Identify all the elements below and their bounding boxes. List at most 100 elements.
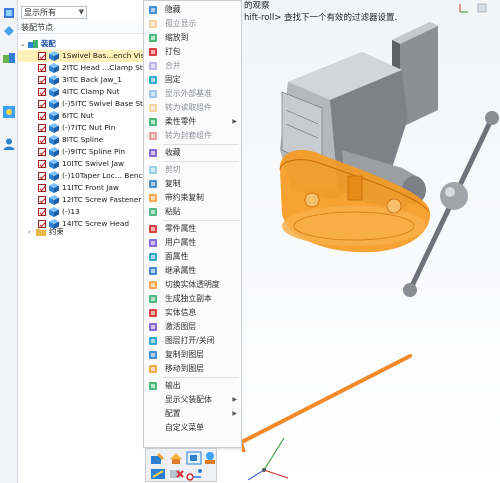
tree-row[interactable]: (-)13 — [18, 206, 146, 218]
tree-row[interactable]: (-)9ITC Spline Pin — [18, 146, 146, 158]
menu-item[interactable]: 生成独立副本 — [144, 292, 241, 306]
coordinate-triad-icon — [247, 437, 289, 481]
tree-row[interactable]: (-)7ITC Nut Pin — [18, 122, 146, 134]
menu-item[interactable]: 合并 — [144, 59, 241, 73]
tree-row[interactable]: 6ITC Nut — [18, 110, 146, 122]
visibility-checkbox[interactable] — [38, 136, 46, 144]
menu-item[interactable]: 显示外部基准 — [144, 87, 241, 101]
menu-item[interactable]: 配置 ▶ — [144, 407, 241, 421]
visibility-checkbox[interactable] — [38, 148, 46, 156]
component-icon — [49, 171, 59, 181]
reuse-library-tab-icon[interactable] — [2, 105, 16, 119]
isolate-icon — [148, 19, 158, 29]
assembly-icon — [28, 39, 38, 49]
role-tab-icon[interactable] — [2, 137, 16, 151]
menu-item-label: 粘贴 — [165, 207, 181, 216]
menu-item[interactable]: 收藏 — [144, 146, 241, 160]
constraint-tab-icon[interactable] — [2, 24, 16, 38]
delete-component-icon[interactable] — [168, 467, 184, 481]
component-icon — [49, 207, 59, 217]
menu-item-label: 柔性零件 — [165, 117, 197, 126]
menu-item[interactable]: 打包 — [144, 45, 241, 59]
component-label: 3ITC Back Jaw_1 — [62, 75, 122, 84]
mate-icon[interactable] — [150, 467, 166, 481]
filter-dropdown[interactable]: 显示所有 ▼ — [21, 6, 87, 19]
tree-row[interactable]: 11ITC Front Jaw — [18, 182, 146, 194]
layer-toggle-icon — [148, 336, 158, 346]
menu-item[interactable]: 固定 — [144, 73, 241, 87]
component-label: 4ITC Clamp Nut — [62, 87, 120, 96]
menu-item[interactable]: 零件属性 — [144, 222, 241, 236]
menu-item[interactable]: 孤立显示 — [144, 17, 241, 31]
menu-item[interactable]: 转为封套组件 — [144, 129, 241, 143]
menu-item-label: 用户属性 — [165, 238, 197, 247]
tree-row[interactable]: 2ITC Head ...Clamp Stud — [18, 62, 146, 74]
menu-item-label: 移动到图层 — [165, 364, 204, 373]
menu-item[interactable]: 图层打开/关闭 — [144, 334, 241, 348]
menu-item[interactable]: 带约束复制 — [144, 191, 241, 205]
part-navigator-tab-icon[interactable] — [2, 52, 16, 66]
menu-item[interactable]: 缩放到 — [144, 31, 241, 45]
star-icon — [148, 148, 158, 158]
view-orientation-icon[interactable] — [459, 3, 487, 13]
menu-item[interactable]: 激活图层 — [144, 320, 241, 334]
tree-constraints[interactable]: › 约束 — [18, 226, 146, 238]
menu-item[interactable]: 复制 — [144, 177, 241, 191]
menu-item[interactable]: 继承属性 — [144, 264, 241, 278]
menu-item[interactable]: 隐藏 — [144, 3, 241, 17]
menu-item[interactable]: 自定义菜单 — [144, 421, 241, 435]
assembly-navigator-tab-icon[interactable] — [2, 6, 16, 20]
replace-component-icon[interactable] — [168, 451, 184, 465]
graphics-viewport[interactable]: 的观察 hift-roll> 查找下一个有效的过滤器设置. — [242, 0, 500, 483]
filter-value: 显示所有 — [24, 8, 56, 17]
tree-row[interactable]: 12ITC Screw Fastener — [18, 194, 146, 206]
menu-item[interactable]: 转为读取组件 — [144, 101, 241, 115]
menu-item[interactable]: 显示父装配体 ▶ — [144, 393, 241, 407]
menu-item[interactable]: 用户属性 — [144, 236, 241, 250]
component-label: (-)13 — [62, 207, 80, 216]
export-icon — [148, 381, 158, 391]
tree-row[interactable]: 4ITC Clamp Nut — [18, 86, 146, 98]
menu-item[interactable]: 实体信息 — [144, 306, 241, 320]
collapse-icon[interactable]: › — [28, 226, 31, 238]
menu-item[interactable]: 移动到图层 — [144, 362, 241, 376]
visibility-checkbox[interactable] — [38, 184, 46, 192]
move-to-layer-icon — [148, 364, 158, 374]
tree-row[interactable]: 3ITC Back Jaw_1 — [18, 74, 146, 86]
menu-item[interactable]: 切换实体透明度 — [144, 278, 241, 292]
tree-row[interactable]: 8ITC Spline — [18, 134, 146, 146]
merge-icon — [148, 61, 158, 71]
submenu-arrow-icon: ▶ — [232, 396, 237, 403]
tree-row[interactable]: 1Swivel Bas...ench Vise_01 — [18, 50, 146, 62]
bench-vise-model[interactable] — [242, 0, 500, 483]
tree-root-assembly[interactable]: ⌄ 装配 — [18, 38, 146, 50]
expand-icon[interactable]: ⌄ — [20, 38, 26, 50]
tree-row[interactable]: (-)5ITC Swivel Base Stud — [18, 98, 146, 110]
edit-part-icon[interactable] — [150, 451, 166, 465]
component-icon — [49, 63, 59, 73]
visibility-checkbox[interactable] — [38, 112, 46, 120]
menu-item[interactable]: 复制到图层 — [144, 348, 241, 362]
visibility-checkbox[interactable] — [38, 172, 46, 180]
menu-item[interactable]: 面属性 — [144, 250, 241, 264]
visibility-checkbox[interactable] — [38, 124, 46, 132]
visibility-checkbox[interactable] — [38, 76, 46, 84]
menu-item[interactable]: 粘贴 — [144, 205, 241, 219]
cut-icon — [148, 165, 158, 175]
visibility-checkbox[interactable] — [38, 64, 46, 72]
menu-item[interactable]: 剪切 — [144, 163, 241, 177]
visibility-checkbox[interactable] — [38, 100, 46, 108]
menu-item[interactable]: 柔性零件 ▶ — [144, 115, 241, 129]
visibility-checkbox[interactable] — [38, 196, 46, 204]
add-constraint-icon[interactable] — [202, 451, 218, 465]
component-icon — [49, 111, 59, 121]
visibility-checkbox[interactable] — [38, 208, 46, 216]
visibility-checkbox[interactable] — [38, 52, 46, 60]
visibility-checkbox[interactable] — [38, 88, 46, 96]
visibility-checkbox[interactable] — [38, 160, 46, 168]
move-component-icon[interactable] — [186, 451, 202, 465]
explode-view-icon[interactable] — [186, 467, 202, 481]
tree-row[interactable]: 10ITC Swivel Jaw — [18, 158, 146, 170]
tree-row[interactable]: (-)10Taper Loc... Bench — [18, 170, 146, 182]
menu-item[interactable]: 输出 — [144, 379, 241, 393]
